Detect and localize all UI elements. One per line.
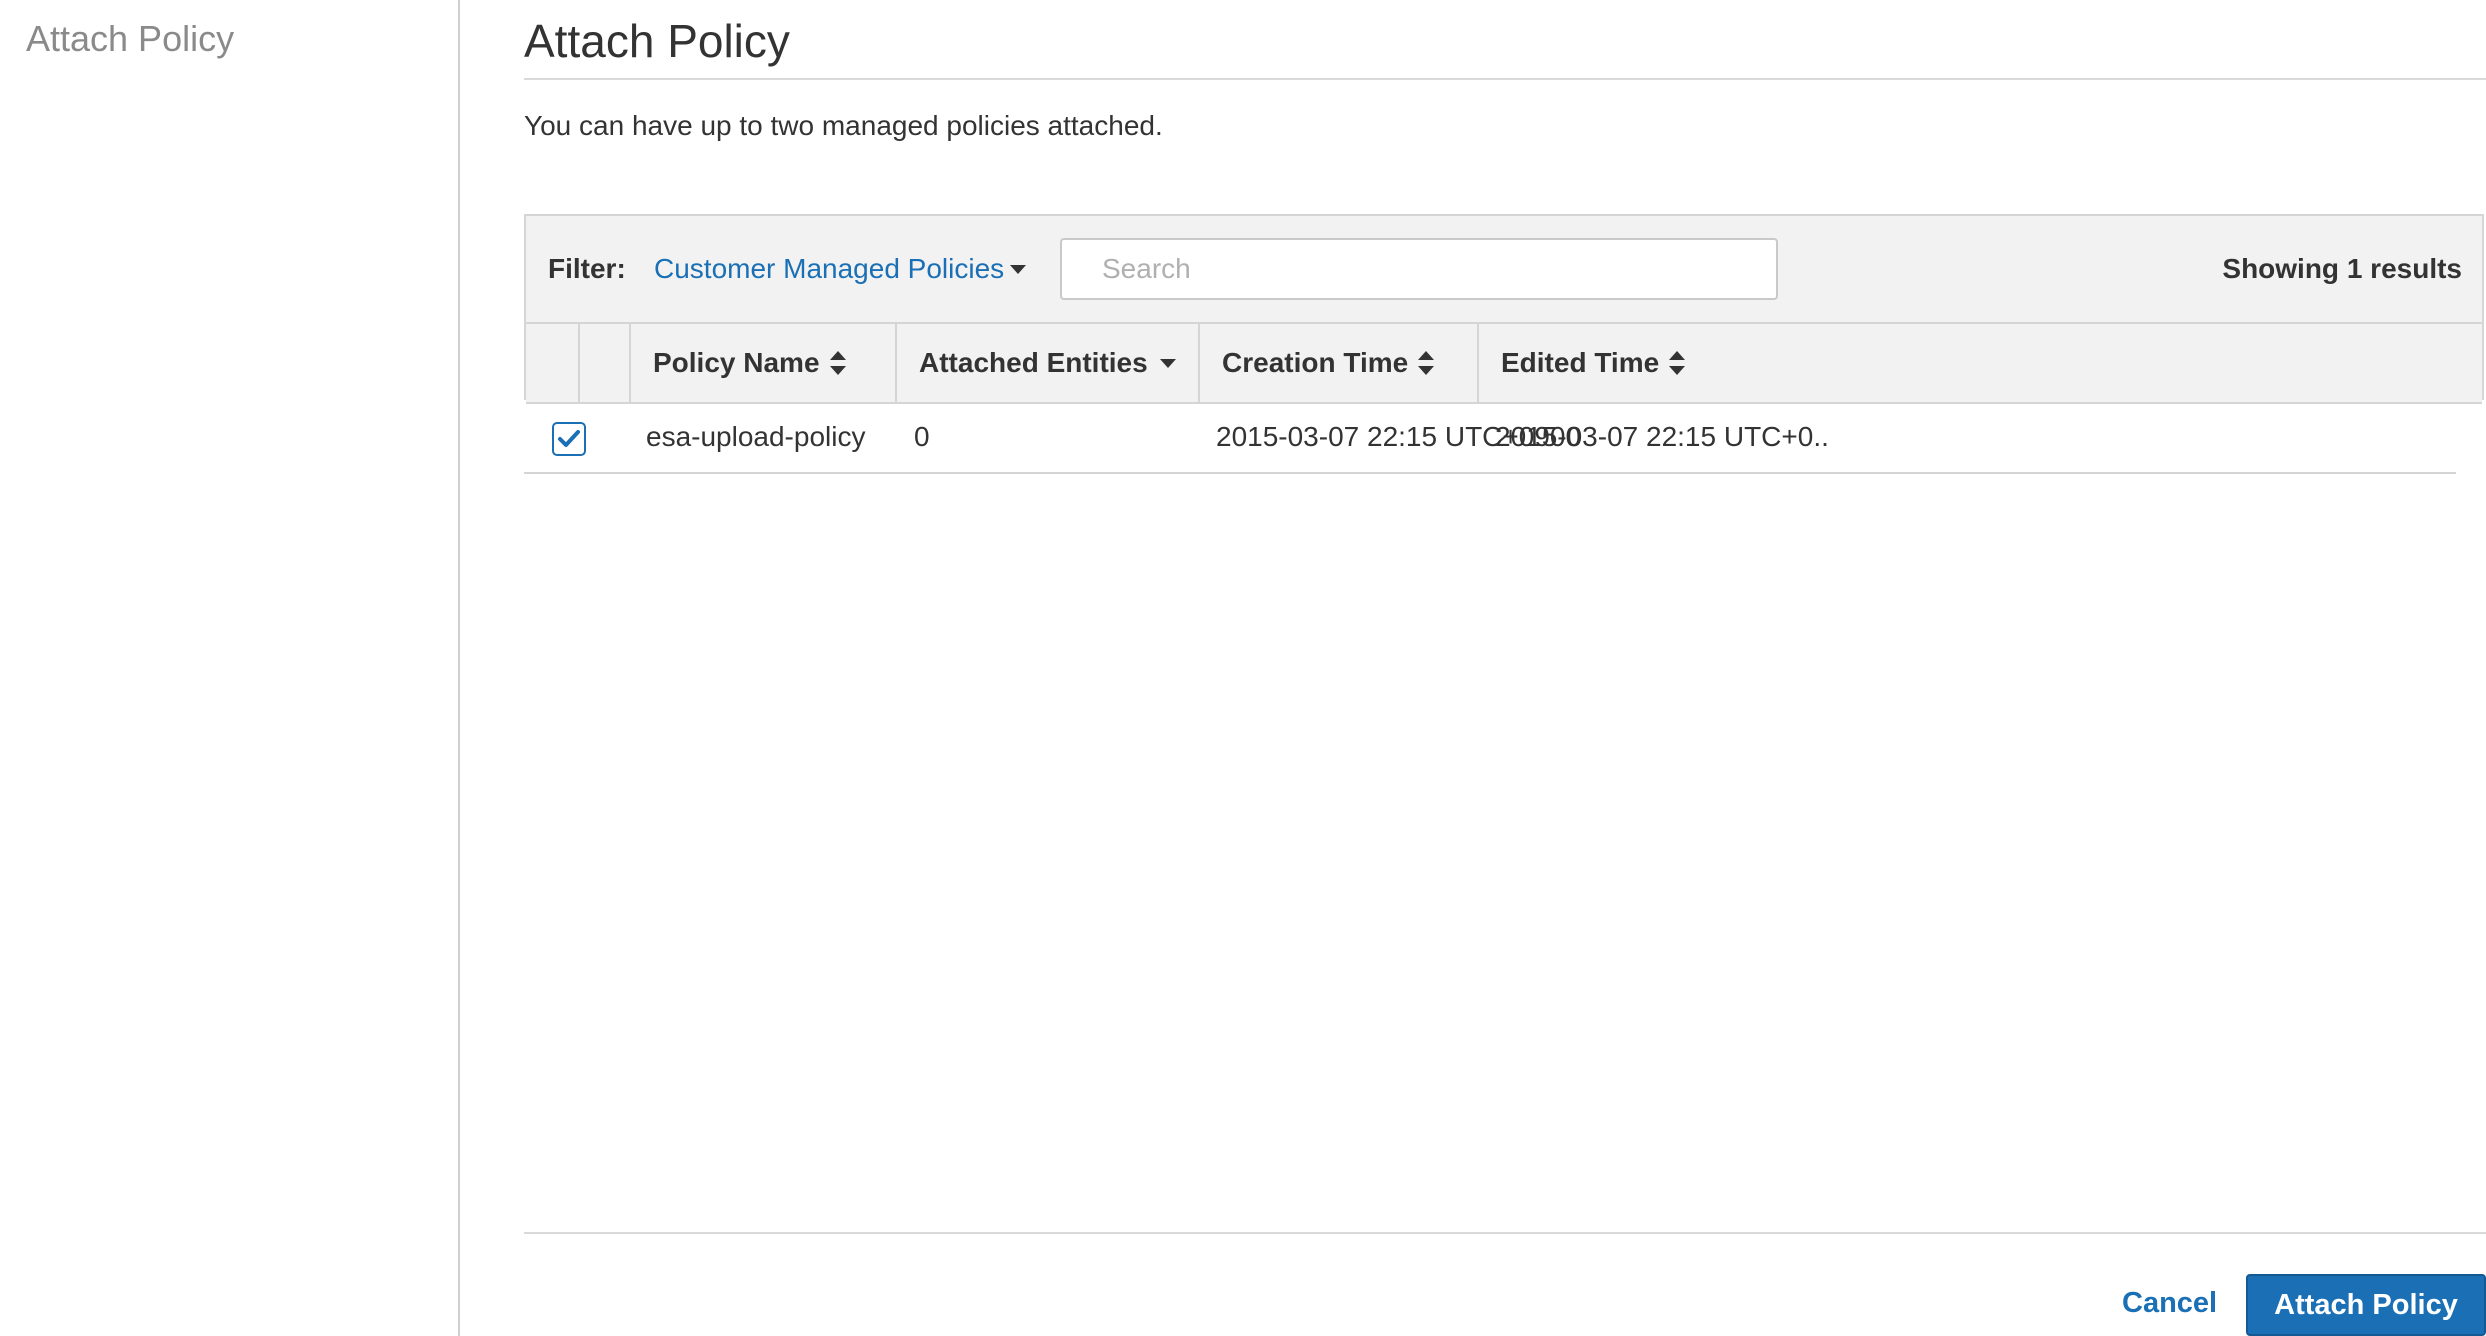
edited-time-cell: 2015-03-07 22:15 UTC+0.. (1495, 421, 1829, 452)
select-column-header (526, 324, 580, 402)
sidebar-title: Attach Policy (26, 18, 235, 59)
sort-icon (829, 350, 846, 375)
column-header-edited-time[interactable]: Edited Time (1479, 324, 2484, 402)
column-header-label: Creation Time (1222, 347, 1409, 378)
sort-icon (1418, 350, 1435, 375)
column-header-attached-entities[interactable]: Attached Entities (897, 324, 1200, 402)
page-description: You can have up to two managed policies … (524, 110, 1163, 141)
column-header-policy-name[interactable]: Policy Name (631, 324, 897, 402)
column-header-creation-time[interactable]: Creation Time (1200, 324, 1479, 402)
column-header-label: Attached Entities (919, 347, 1148, 378)
filter-dropdown[interactable]: Customer Managed Policies (654, 253, 1027, 285)
column-header-label: Policy Name (653, 347, 820, 378)
filter-dropdown-label: Customer Managed Policies (654, 253, 1005, 284)
column-header-label: Edited Time (1501, 347, 1660, 378)
sidebar: Attach Policy (0, 0, 460, 1336)
search-input[interactable] (1060, 238, 1778, 300)
cancel-button[interactable]: Cancel (2122, 1287, 2217, 1320)
row-checkbox[interactable] (552, 422, 586, 456)
table-row[interactable]: esa-upload-policy 0 2015-03-07 22:15 UTC… (524, 402, 2456, 474)
page-title: Attach Policy (524, 15, 790, 67)
sort-descending-icon (1159, 358, 1176, 368)
filter-label: Filter: (548, 253, 626, 284)
footer-divider (524, 1232, 2486, 1234)
icon-column-header (580, 324, 631, 402)
policy-table: Filter: Customer Managed Policies Showin… (524, 214, 2484, 404)
policy-name-cell[interactable]: esa-upload-policy (646, 402, 865, 472)
caret-down-icon (1010, 264, 1027, 274)
checkmark-icon (558, 430, 580, 447)
table-header: Policy Name Attached Entities Creation T… (526, 324, 2482, 404)
sort-icon (1669, 350, 1686, 375)
filter-bar: Filter: Customer Managed Policies Showin… (526, 216, 2482, 324)
main-content: Attach Policy You can have up to two man… (524, 0, 2486, 1336)
results-count: Showing 1 results (2222, 253, 2462, 284)
attached-entities-cell: 0 (914, 421, 930, 452)
title-divider (524, 78, 2486, 80)
attach-policy-button[interactable]: Attach Policy (2246, 1274, 2486, 1336)
